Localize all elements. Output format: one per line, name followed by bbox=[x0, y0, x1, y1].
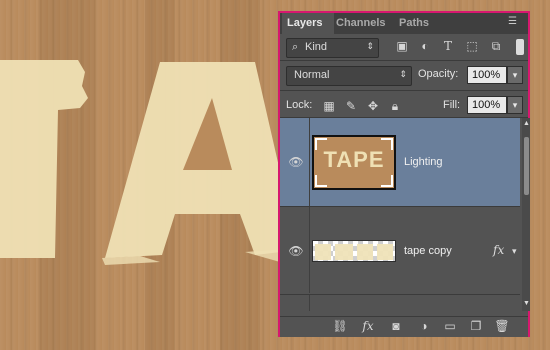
lock-all-icon[interactable]: 🔒︎ bbox=[388, 99, 402, 113]
thumbnail-text: TAPE bbox=[323, 147, 385, 172]
smart-object-filter-icon[interactable]: ⧉ bbox=[489, 39, 503, 53]
tab-paths[interactable]: Paths bbox=[399, 13, 439, 34]
lock-label: Lock: bbox=[286, 99, 313, 111]
scrollbar-thumb[interactable] bbox=[524, 137, 529, 195]
adjustment-filter-icon[interactable]: ◐ bbox=[418, 39, 432, 53]
filter-kind-label: Kind bbox=[305, 41, 328, 53]
fx-badge-icon[interactable]: fx bbox=[493, 243, 504, 257]
layers-panel: Layers Channels Paths ☰ ⌕ Kind ⇕ ▣ ◐ T ⬚… bbox=[278, 11, 530, 337]
divider bbox=[280, 294, 520, 295]
eye-icon[interactable]: 👁︎ bbox=[288, 154, 304, 170]
type-filter-icon[interactable]: T bbox=[441, 39, 455, 53]
divider bbox=[280, 90, 528, 91]
lock-image-icon[interactable]: ✎ bbox=[344, 99, 358, 113]
selection-corner bbox=[381, 138, 393, 150]
layer-row-lighting[interactable]: 👁︎ TAPE Lighting bbox=[280, 118, 520, 206]
fill-label: Fill: bbox=[443, 99, 461, 111]
add-mask-icon[interactable]: ◙ bbox=[388, 318, 404, 334]
lock-transparent-icon[interactable]: ▦ bbox=[322, 99, 336, 113]
layer-name[interactable]: Lighting bbox=[404, 156, 443, 168]
chevron-updown-icon: ⇕ bbox=[399, 69, 407, 79]
thumbnail-letter-p bbox=[357, 244, 373, 260]
selection-corner bbox=[381, 175, 393, 187]
delete-icon[interactable]: 🗑︎ bbox=[494, 318, 510, 334]
filter-toggle-switch[interactable] bbox=[516, 39, 524, 55]
panel-footer bbox=[280, 317, 528, 337]
layer-thumbnail: TAPE bbox=[312, 135, 396, 190]
shape-filter-icon[interactable]: ⬚ bbox=[465, 39, 479, 53]
lock-position-icon[interactable]: ✥ bbox=[366, 99, 380, 113]
panel-menu-icon[interactable]: ☰ bbox=[508, 16, 522, 28]
layer-row-tape-copy[interactable]: 👁︎ tape copy fx ▾ bbox=[280, 207, 520, 293]
selection-corner bbox=[315, 138, 327, 150]
thumbnail-letter-a bbox=[335, 244, 353, 260]
thumbnail-letter-t bbox=[315, 244, 331, 260]
group-icon[interactable]: ▭ bbox=[442, 318, 458, 334]
fill-dropdown-button[interactable]: ▾ bbox=[507, 96, 523, 114]
layer-thumbnail bbox=[312, 240, 396, 262]
tab-layers[interactable]: Layers bbox=[282, 13, 334, 34]
chevron-updown-icon: ⇕ bbox=[366, 41, 374, 51]
visibility-column bbox=[280, 295, 310, 311]
blend-mode-select[interactable]: Normal ⇕ bbox=[286, 66, 412, 86]
chevron-down-icon[interactable]: ▾ bbox=[512, 246, 517, 257]
new-layer-icon[interactable]: ❐ bbox=[468, 318, 484, 334]
opacity-label: Opacity: bbox=[418, 68, 459, 80]
selection-corner bbox=[315, 175, 327, 187]
scroll-up-icon[interactable]: ▲ bbox=[523, 120, 530, 127]
layers-list: 👁︎ TAPE Lighting 👁︎ tape copy fx ▾ bbox=[280, 118, 520, 311]
search-icon: ⌕ bbox=[292, 41, 299, 53]
add-style-icon[interactable]: fx bbox=[360, 318, 376, 334]
image-filter-icon[interactable]: ▣ bbox=[395, 39, 409, 53]
opacity-input[interactable]: 100% bbox=[467, 66, 507, 84]
eye-icon[interactable]: 👁︎ bbox=[288, 243, 304, 259]
filter-kind-select[interactable]: ⌕ Kind ⇕ bbox=[286, 38, 379, 58]
adjustment-layer-icon[interactable]: ◑ bbox=[416, 318, 432, 334]
scroll-down-icon[interactable]: ▼ bbox=[523, 300, 530, 307]
thumbnail-letter-e bbox=[377, 244, 393, 260]
fill-input[interactable]: 100% bbox=[467, 96, 507, 114]
panel-tab-bar: Layers Channels Paths ☰ bbox=[280, 13, 528, 34]
opacity-dropdown-button[interactable]: ▾ bbox=[507, 66, 523, 84]
blend-mode-value: Normal bbox=[294, 69, 330, 81]
layer-name[interactable]: tape copy bbox=[404, 245, 452, 257]
divider bbox=[280, 60, 528, 61]
link-layers-icon[interactable]: ⛓ bbox=[332, 318, 348, 334]
tab-channels[interactable]: Channels bbox=[336, 13, 394, 34]
